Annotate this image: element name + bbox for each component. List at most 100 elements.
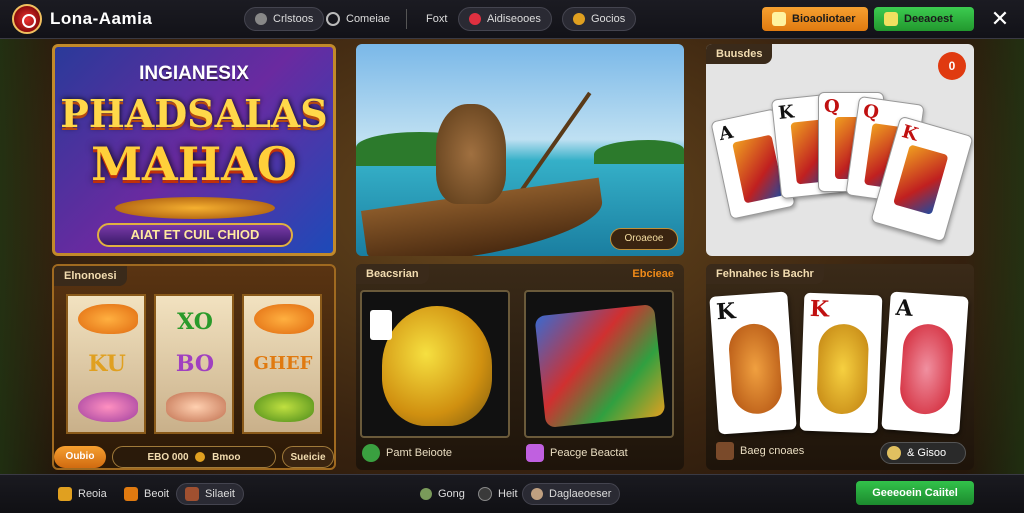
card-rank: K xyxy=(777,101,796,124)
game-tile-phadsalas[interactable]: INGIANESIX PHADSALAS MAHAO AIAT ET CUIL … xyxy=(52,44,336,256)
card-art xyxy=(898,322,955,416)
bet-display: EBO 000 Bmoo xyxy=(112,446,276,468)
bag-icon xyxy=(185,487,199,501)
promo-label: Bioaoliotaer xyxy=(792,13,856,25)
card-rank: K xyxy=(809,295,830,323)
coin-icon xyxy=(573,13,585,25)
card-art xyxy=(727,322,784,416)
fish-character-illustration xyxy=(436,104,506,204)
clock-icon xyxy=(478,487,492,501)
bottom-item-beoit[interactable]: Beoit xyxy=(116,483,177,505)
playing-card: A xyxy=(881,291,969,435)
tile-label-text: Pamt Beioote xyxy=(386,447,453,459)
gift-icon xyxy=(772,12,786,26)
close-icon[interactable]: ✕ xyxy=(988,5,1012,33)
game-tile-dice-box[interactable] xyxy=(524,290,674,438)
panel-tag-right: Ebcieae xyxy=(632,268,674,280)
reel-symbol: BO xyxy=(175,351,215,377)
tile-label-text: Peacge Beactat xyxy=(550,447,628,459)
clock-icon xyxy=(326,12,340,26)
nav-label: Comeiae xyxy=(346,13,391,25)
divider xyxy=(406,9,407,29)
game-title-top: PHADSALAS xyxy=(60,91,328,136)
primary-action-button[interactable]: Geeeoein Caiitel xyxy=(856,481,974,505)
promo-button[interactable]: Bioaoliotaer xyxy=(762,7,868,31)
island-illustration xyxy=(594,140,684,164)
coin-icon xyxy=(887,446,901,460)
card-rank: A xyxy=(717,121,736,146)
game-tile-card-fish[interactable]: Fehnahec is Bachr K K A Baeg cnoaes & Gi… xyxy=(706,264,974,470)
playing-card: K xyxy=(799,292,883,434)
nav-item-crlstoos[interactable]: Crlstoos xyxy=(244,7,325,31)
game-title-bottom: MAHAO xyxy=(91,137,297,191)
wallet-icon xyxy=(884,12,898,26)
fish-symbol xyxy=(254,392,314,422)
game-subtitle: INGIANESIX xyxy=(139,63,249,84)
nav-label: Aidiseooes xyxy=(487,13,541,25)
home-icon xyxy=(58,487,72,501)
card-rank: Q xyxy=(861,100,881,124)
bottom-label: Beoit xyxy=(144,488,170,500)
nav-item-gocios[interactable]: Gocios xyxy=(562,7,637,31)
bottom-item-reoia[interactable]: Reoia xyxy=(50,483,115,505)
goldfish-symbol xyxy=(78,304,138,334)
goldfish-symbol xyxy=(254,304,314,334)
bottom-label: Heit xyxy=(498,488,518,500)
panel-tag: Buusdes xyxy=(706,44,773,64)
deposit-button[interactable]: Deeaoest xyxy=(874,7,974,31)
brand-name: Lona-Aamia xyxy=(50,9,153,28)
cup-icon xyxy=(526,444,544,462)
game-tile-slots[interactable]: Elnonoesi KU XO BO GHEF Oubio EBO 000 Bm… xyxy=(52,264,336,470)
nav-item-foxt[interactable]: Foxt xyxy=(416,7,457,31)
bottom-item-silaeit[interactable]: Silaeit xyxy=(176,483,244,505)
card-art xyxy=(816,323,870,415)
notification-badge[interactable]: 0 xyxy=(938,52,966,80)
gong-icon xyxy=(420,488,432,500)
bottom-item-gong[interactable]: Gong xyxy=(412,483,473,505)
user-icon xyxy=(531,488,543,500)
nav-item-comeiae[interactable]: Comeiae xyxy=(316,7,400,31)
bet-pill-label: & Gisoo xyxy=(907,447,947,459)
bottom-label: Gong xyxy=(438,488,465,500)
panel-tag: Beacsrian xyxy=(356,264,429,284)
reel-symbol: GHEF xyxy=(253,353,313,374)
play-button[interactable]: Oroaeoe xyxy=(610,228,678,250)
slot-reel: KU xyxy=(66,294,146,434)
logo-icon[interactable] xyxy=(12,4,42,34)
game-tile-pair: Beacsrian Ebcieae Pamt Beioote Peacge Be… xyxy=(356,264,684,470)
card-rank: K xyxy=(899,121,921,146)
fish-illustration xyxy=(382,306,492,426)
bet-pill[interactable]: & Gisoo xyxy=(880,442,966,464)
nav-label: Foxt xyxy=(426,13,448,25)
panel-tag: Fehnahec is Bachr xyxy=(706,264,824,284)
bottom-item-heit[interactable]: Heit xyxy=(470,483,526,505)
game-tile-cards[interactable]: Buusdes 0 A K Q Q K xyxy=(706,44,974,256)
panel-tag: Elnonoesi xyxy=(54,266,127,286)
slot-reel: GHEF xyxy=(242,294,322,434)
slot-reel: XO BO xyxy=(154,294,234,434)
game-tile-fish-card[interactable] xyxy=(360,290,510,438)
spin-button[interactable]: Oubio xyxy=(54,446,106,468)
top-bar: Lona-Aamia Crlstoos Comeiae Foxt Aidiseo… xyxy=(0,0,1024,39)
tile-label: Pamt Beioote xyxy=(362,444,452,462)
bottom-label: Reoia xyxy=(78,488,107,500)
bottom-label: Daglaeoeser xyxy=(549,488,612,500)
tile-label-text: Baeg cnoaes xyxy=(740,445,805,457)
card-rank: K xyxy=(715,298,737,326)
bet-amount: EBO 000 xyxy=(147,452,189,463)
coin-icon xyxy=(195,452,206,463)
dice-icon xyxy=(255,13,267,25)
game-banner: AIAT ET CUIL CHIOD xyxy=(97,223,293,247)
dice-illustration xyxy=(534,304,666,428)
fish-symbol xyxy=(78,392,138,422)
gift-icon xyxy=(124,487,138,501)
tile-label: Peacge Beactat xyxy=(526,444,628,462)
bottom-item-daglaeoeser[interactable]: Daglaeoeser xyxy=(522,483,621,505)
nav-item-aidiseooes[interactable]: Aidiseooes xyxy=(458,7,552,31)
chip-icon xyxy=(469,13,481,25)
playing-card: K xyxy=(709,291,797,435)
settings-button[interactable]: Sueicie xyxy=(282,446,334,468)
card-art xyxy=(892,144,949,215)
card-rank: A xyxy=(894,294,914,322)
game-tile-fishing[interactable]: Oroaeoe xyxy=(356,44,684,256)
